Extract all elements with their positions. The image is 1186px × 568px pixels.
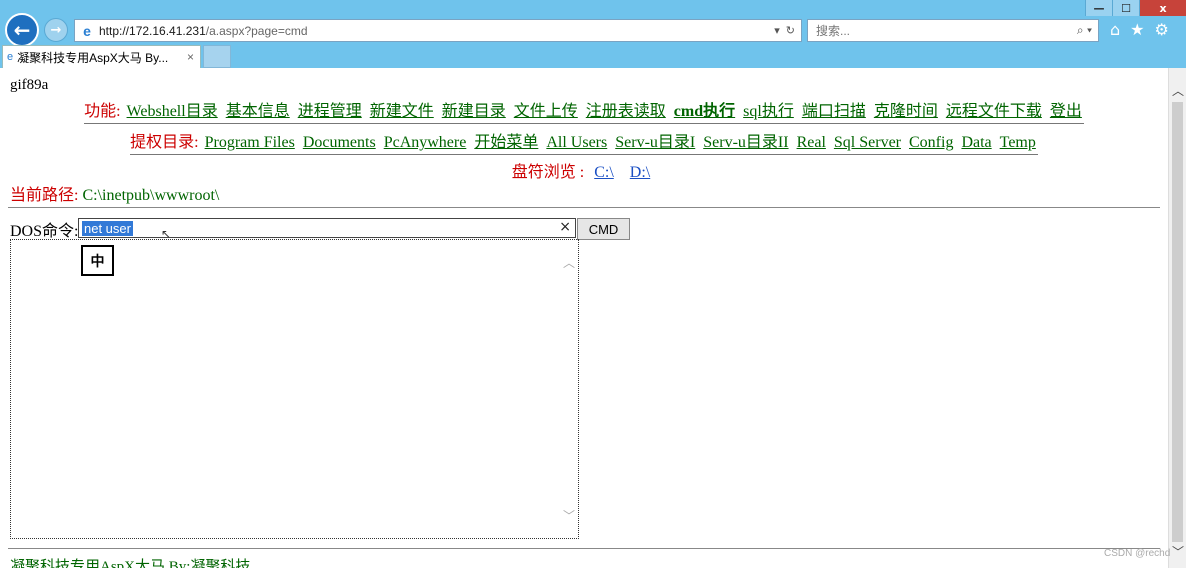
footer-text: 凝聚科技专用AspX大马 By:凝聚科技: [10, 559, 251, 568]
privilege-dirs: 提权目录: Program Files Documents PcAnywhere…: [0, 128, 1168, 155]
link-file-upload[interactable]: 文件上传: [514, 103, 578, 120]
scroll-up-icon[interactable]: ︿: [1172, 82, 1184, 99]
privilege-label: 提权目录:: [130, 134, 199, 151]
magnifier-icon[interactable]: ⌕ ▾: [1077, 23, 1098, 38]
search-box[interactable]: ⌕ ▾: [807, 19, 1099, 42]
refresh-icon[interactable]: ↻: [786, 24, 795, 37]
tab-active[interactable]: e 凝聚科技专用AspX大马 By... ×: [2, 45, 201, 68]
function-menu: 功能: Webshell目录 基本信息 进程管理 新建文件 新建目录 文件上传 …: [0, 97, 1168, 124]
dos-command-selected-text[interactable]: net user: [82, 221, 133, 236]
link-process-manager[interactable]: 进程管理: [298, 103, 362, 120]
ime-indicator: 中: [81, 245, 114, 276]
link-program-files[interactable]: Program Files: [205, 134, 295, 151]
link-temp[interactable]: Temp: [1000, 134, 1036, 151]
link-all-users[interactable]: All Users: [546, 134, 607, 151]
minimize-button[interactable]: —: [1085, 0, 1112, 16]
toolbar-icons: ⌂ ★ ⚙: [1110, 20, 1169, 39]
link-logout[interactable]: 登出: [1050, 103, 1082, 120]
link-new-dir[interactable]: 新建目录: [442, 103, 506, 120]
search-input[interactable]: [814, 22, 1048, 39]
close-icon[interactable]: ×: [187, 50, 194, 64]
divider: [8, 207, 1160, 208]
scroll-down-icon[interactable]: ﹀: [1172, 543, 1184, 560]
mouse-cursor-icon: ↖: [161, 227, 172, 241]
current-path: 当前路径: C:\inetpub\wwwroot\: [10, 181, 219, 205]
address-tools: ▾ ↻: [774, 24, 801, 37]
scroll-up-icon[interactable]: ︿: [563, 254, 575, 271]
address-bar[interactable]: e http://172.16.41.231/a.aspx?page=cmd ▾…: [74, 19, 802, 42]
function-label: 功能:: [84, 103, 121, 120]
browser-chrome: — ☐ x ← → e http://172.16.41.231/a.aspx?…: [0, 0, 1186, 68]
cmd-button[interactable]: CMD: [577, 218, 630, 240]
link-webshell-dir[interactable]: Webshell目录: [127, 103, 218, 120]
scroll-down-icon[interactable]: ﹀: [563, 507, 575, 524]
page-viewport: gif89a 功能: Webshell目录 基本信息 进程管理 新建文件 新建目…: [0, 68, 1168, 568]
gif-header: gif89a: [10, 77, 49, 93]
link-registry-read[interactable]: 注册表读取: [586, 103, 666, 120]
dropdown-arrow-icon[interactable]: ▾: [774, 24, 780, 37]
link-basic-info[interactable]: 基本信息: [226, 103, 290, 120]
link-config[interactable]: Config: [909, 134, 953, 151]
home-icon[interactable]: ⌂: [1110, 20, 1120, 39]
drive-browser: 盘符浏览 : C:\ D:\: [0, 158, 1168, 182]
link-clone-time[interactable]: 克隆时间: [874, 103, 938, 120]
dos-label: DOS命令:: [10, 223, 79, 240]
maximize-button[interactable]: ☐: [1112, 0, 1139, 16]
link-drive-c[interactable]: C:\: [594, 164, 614, 181]
link-pcanywhere[interactable]: PcAnywhere: [384, 134, 467, 151]
drive-label: 盘符浏览 :: [511, 164, 585, 181]
current-path-label: 当前路径:: [10, 187, 79, 204]
ie-logo-icon: e: [83, 22, 91, 39]
window-controls: — ☐ x: [1085, 0, 1186, 16]
link-sql-server[interactable]: Sql Server: [834, 134, 901, 151]
close-window-button[interactable]: x: [1139, 0, 1186, 16]
divider: [8, 548, 1160, 549]
link-documents[interactable]: Documents: [303, 134, 376, 151]
gear-icon[interactable]: ⚙: [1155, 20, 1169, 39]
forward-arrow-icon[interactable]: →: [44, 18, 68, 42]
star-icon[interactable]: ★: [1130, 20, 1144, 39]
dos-command-field[interactable]: net user ×: [78, 218, 576, 238]
command-output-area[interactable]: ︿ ﹀: [10, 239, 579, 539]
scrollbar-thumb[interactable]: [1172, 102, 1183, 542]
link-start-menu[interactable]: 开始菜单: [474, 134, 538, 151]
link-servu-2[interactable]: Serv-u目录II: [703, 134, 788, 151]
ie-logo-icon: e: [7, 51, 14, 63]
tab-title: 凝聚科技专用AspX大马 By...: [17, 50, 169, 65]
link-port-scan[interactable]: 端口扫描: [802, 103, 866, 120]
link-drive-d[interactable]: D:\: [630, 164, 650, 181]
link-remote-download[interactable]: 远程文件下载: [946, 103, 1042, 120]
link-real[interactable]: Real: [797, 134, 826, 151]
page-scrollbar[interactable]: ︿ ﹀: [1168, 68, 1186, 568]
watermark: CSDN @rechd: [1104, 548, 1171, 559]
link-new-file[interactable]: 新建文件: [370, 103, 434, 120]
clear-icon[interactable]: ×: [559, 219, 571, 235]
new-tab-button[interactable]: [203, 45, 231, 68]
link-servu-1[interactable]: Serv-u目录I: [615, 134, 695, 151]
current-path-value: C:\inetpub\wwwroot\: [82, 187, 220, 204]
url-host: http://172.16.41.231: [99, 23, 206, 38]
link-sql-exec[interactable]: sql执行: [743, 103, 794, 120]
link-cmd-exec[interactable]: cmd执行: [674, 103, 735, 120]
link-data[interactable]: Data: [961, 134, 991, 151]
back-arrow-icon[interactable]: ←: [5, 13, 39, 47]
url-path: /a.aspx?page=cmd: [205, 23, 308, 38]
